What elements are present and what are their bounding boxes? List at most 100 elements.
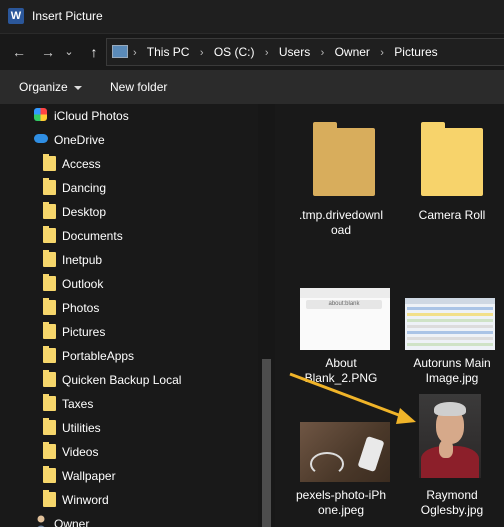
breadcrumb-separator: › (380, 47, 384, 59)
breadcrumb-os-c[interactable]: OS (C:) (214, 45, 255, 59)
sidebar-item-label: Outlook (62, 277, 104, 291)
url-field-preview: about:blank (306, 300, 382, 309)
breadcrumb-separator: › (199, 47, 204, 59)
sidebar-item-taxes[interactable]: Taxes (43, 392, 253, 416)
folder-icon (43, 178, 56, 195)
breadcrumb-users[interactable]: Users (279, 45, 310, 59)
sidebar-item-label: Documents (62, 229, 123, 243)
sidebar-item-label: Utilities (62, 421, 101, 435)
sidebar-item-wallpaper[interactable]: Wallpaper (43, 464, 253, 488)
sidebar-item-label: iCloud Photos (54, 109, 129, 123)
sidebar-item-label: Owner (54, 517, 90, 527)
sidebar-item-icloud-photos[interactable]: iCloud Photos (34, 104, 254, 128)
folder-icon (43, 370, 56, 387)
sidebar-item-videos[interactable]: Videos (43, 440, 253, 464)
sidebar-item-onedrive[interactable]: OneDrive (34, 128, 254, 152)
file-tile-raymond-oglesby[interactable]: Raymond Oglesby.jpg (400, 389, 504, 524)
file-name-line: Camera Roll (418, 208, 486, 222)
file-name-line: Autoruns Main (413, 356, 491, 370)
sidebar-item-label: Access (62, 157, 101, 171)
organize-button[interactable]: Organize (19, 80, 82, 94)
file-name-line: one.jpeg (317, 503, 365, 517)
organize-label: Organize (19, 80, 68, 94)
sidebar-item-inetpub[interactable]: Inetpub (43, 248, 253, 272)
sidebar-item-label: Pictures (62, 325, 106, 339)
pexels-iphone-thumbnail (300, 422, 390, 482)
sidebar-item-label: Inetpub (62, 253, 103, 267)
file-name: Raymond Oglesby.jpg (400, 488, 504, 518)
file-name-line: pexels-photo-iPh (295, 488, 387, 502)
command-bar: Organize New folder (0, 70, 504, 104)
new-folder-button[interactable]: New folder (110, 80, 167, 94)
back-arrow-icon[interactable]: ← (8, 42, 30, 62)
folder-icon (43, 322, 56, 339)
forward-arrow-icon[interactable]: → (37, 42, 59, 62)
file-tile-pexels-iphone[interactable]: pexels-photo-iPh one.jpeg (286, 414, 396, 524)
word-app-icon: W (8, 8, 24, 24)
title-bar: W Insert Picture (0, 0, 504, 34)
scrollbar-thumb[interactable] (262, 359, 271, 527)
raymond-portrait-thumbnail (419, 394, 481, 478)
sidebar-item-dancing[interactable]: Dancing (43, 176, 253, 200)
sidebar-item-quicken-backup-local[interactable]: Quicken Backup Local (43, 368, 253, 392)
folder-icon (43, 298, 56, 315)
folder-icon (43, 418, 56, 435)
sidebar-item-desktop[interactable]: Desktop (43, 200, 253, 224)
breadcrumb-separator: › (320, 47, 325, 59)
folder-icon (421, 122, 483, 196)
sidebar-item-label: OneDrive (54, 133, 105, 147)
sidebar-item-portableapps[interactable]: PortableApps (43, 344, 253, 368)
sidebar-item-label: Quicken Backup Local (62, 373, 182, 387)
sidebar-item-utilities[interactable]: Utilities (43, 416, 253, 440)
sidebar-scrollbar[interactable] (258, 104, 275, 527)
file-name-line: Blank_2.PNG (304, 371, 378, 385)
navigation-pane: iCloud Photos OneDrive Access Dancing De… (0, 104, 275, 527)
onedrive-cloud-icon (34, 134, 48, 143)
breadcrumb-this-pc[interactable]: This PC (147, 45, 190, 59)
file-name-line: About (325, 356, 357, 370)
sidebar-item-label: Wallpaper (62, 469, 116, 483)
sidebar-item-access[interactable]: Access (43, 152, 253, 176)
file-name: Autoruns Main Image.jpg (400, 356, 504, 386)
user-avatar-icon (37, 515, 45, 527)
sidebar-item-winword[interactable]: Winword (43, 488, 253, 512)
icloud-photos-icon (34, 108, 47, 121)
sidebar-item-pictures[interactable]: Pictures (43, 320, 253, 344)
sidebar-item-outlook[interactable]: Outlook (43, 272, 253, 296)
breadcrumb-owner[interactable]: Owner (335, 45, 370, 59)
this-pc-icon (112, 45, 128, 58)
file-name-line: .tmp.drivedownl (298, 208, 384, 222)
sidebar-item-owner[interactable]: Owner (34, 512, 254, 527)
folder-icon (43, 154, 56, 171)
file-tile-tmp-drivedownload[interactable]: .tmp.drivedownl oad (286, 118, 396, 238)
autoruns-thumbnail (405, 298, 495, 350)
address-bar: ← → ⌄ ↑ › This PC › OS (C:) › Users › Ow… (0, 34, 504, 70)
folder-icon (43, 490, 56, 507)
file-tile-autoruns[interactable]: Autoruns Main Image.jpg (400, 282, 504, 392)
folder-icon (43, 250, 56, 267)
breadcrumb-separator: › (264, 47, 269, 59)
file-tile-camera-roll[interactable]: Camera Roll (400, 118, 504, 238)
sidebar-item-label: Videos (62, 445, 99, 459)
breadcrumb-separator: › (133, 47, 137, 59)
folder-icon (43, 466, 56, 483)
sidebar-item-label: Photos (62, 301, 100, 315)
folder-icon (43, 274, 56, 291)
folder-icon (43, 394, 56, 411)
sidebar-item-label: Taxes (62, 397, 94, 411)
breadcrumb[interactable]: › This PC › OS (C:) › Users › Owner › Pi… (106, 38, 504, 66)
breadcrumb-pictures[interactable]: Pictures (394, 45, 437, 59)
caret-down-icon (73, 85, 82, 90)
file-name: pexels-photo-iPh one.jpeg (286, 488, 396, 518)
sidebar-item-label: Winword (62, 493, 109, 507)
folder-icon (313, 122, 375, 196)
folder-icon (43, 226, 56, 243)
file-tile-about-blank[interactable]: about:blank About Blank_2.PNG (286, 282, 396, 392)
about-blank-thumbnail: about:blank (300, 288, 390, 350)
sidebar-item-label: PortableApps (62, 349, 135, 363)
up-arrow-icon[interactable]: ↑ (83, 42, 105, 62)
sidebar-item-documents[interactable]: Documents (43, 224, 253, 248)
file-name-line: Image.jpg (425, 371, 479, 385)
recent-locations-chevron-icon[interactable]: ⌄ (62, 42, 76, 62)
sidebar-item-photos[interactable]: Photos (43, 296, 253, 320)
